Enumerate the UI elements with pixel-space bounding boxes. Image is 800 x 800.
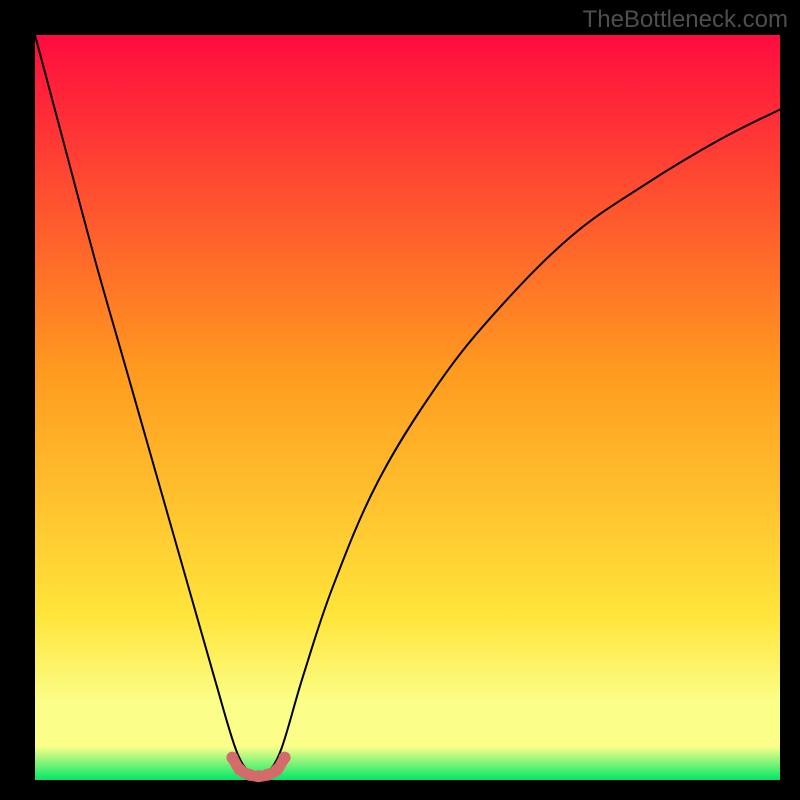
bottleneck-plot [35,35,780,780]
floor-marker-dot [279,752,291,764]
chart-canvas: TheBottleneck.com [0,0,800,800]
gradient-background [35,35,780,780]
floor-marker-dot [271,764,283,776]
floor-marker-dot [226,752,238,764]
watermark-text: TheBottleneck.com [583,6,788,34]
